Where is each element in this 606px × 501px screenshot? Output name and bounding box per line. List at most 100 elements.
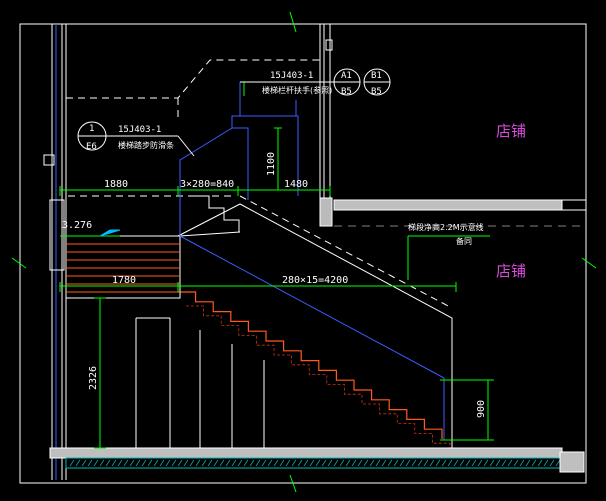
ground-hatch-stroke [129,459,135,467]
dim-900: 900 [476,400,487,418]
dim-1880: 1880 [104,179,128,190]
ground-hatch-stroke [249,459,255,467]
ground-hatch-stroke [531,459,537,467]
ref-callout-left: 1 E6 15J403-1 楼梯踏步防滑条 [77,121,195,157]
ground-hatch-stroke [87,459,93,467]
break-mark-left [11,257,27,269]
ground-hatch-stroke [147,459,153,467]
ground-hatch-stroke [363,459,369,467]
ground-hatch-stroke [165,459,171,467]
ref-left-note: 楼梯踏步防滑条 [118,140,174,150]
clearance-note-1: 梯段净高2.2M示意线 [408,222,484,232]
ground-hatch-stroke [525,459,531,467]
ref-left-1: 1 [89,124,94,134]
dimension-lines [59,81,494,449]
ground-hatch-stroke [507,459,513,467]
dim-1780: 1780 [112,275,136,286]
ground-hatch-stroke [513,459,519,467]
ground-hatch-stroke [123,459,129,467]
ground-hatch-stroke [291,459,297,467]
break-mark-right [581,257,597,269]
ground-hatch-stroke [183,459,189,467]
ground-slab [49,447,585,473]
ground-hatch-stroke [69,459,75,467]
ground-hatch-stroke [231,459,237,467]
floor-slab-upper [333,199,586,211]
ground-hatch-stroke [399,459,405,467]
ground-hatch-stroke [501,459,507,467]
ground-hatch-stroke [543,459,549,467]
ground-hatch-stroke [369,459,375,467]
ground-hatch-stroke [489,459,495,467]
ground-hatch-stroke [99,459,105,467]
ground-hatch-stroke [75,459,81,467]
ground-hatch-stroke [219,459,225,467]
ref-callout-top: A1 B5 B1 B5 15J403-1 楼梯栏杆扶手(参照) [240,68,391,97]
handrail [179,82,445,440]
ground-hatch-stroke [93,459,99,467]
ground-hatch-stroke [225,459,231,467]
ground-hatch-stroke [279,459,285,467]
ground-hatch-stroke [309,459,315,467]
ground-hatch-stroke [327,459,333,467]
ground-hatch-stroke [189,459,195,467]
ground-hatch-stroke [519,459,525,467]
ground-hatch-stroke [381,459,387,467]
ground-hatch-stroke [201,459,207,467]
ground-hatch-stroke [333,459,339,467]
ground-hatch-stroke [393,459,399,467]
dim-1480: 1480 [284,179,308,190]
ground-hatch-stroke [213,459,219,467]
ground-hatch-stroke [477,459,483,467]
ground-hatch-stroke [417,459,423,467]
cad-section-drawing: A1 B5 B1 B5 15J403-1 楼梯栏杆扶手(参照) 1 E6 15J… [0,0,606,501]
ground-hatch-stroke [141,459,147,467]
shop-label-upper: 店铺 [496,122,526,140]
dim-2326: 2326 [88,366,99,390]
elevation-3276: 3.276 [62,220,92,231]
ground-hatch-stroke [285,459,291,467]
ref-top-note: 楼梯栏杆扶手(参照) [262,85,332,95]
ground-hatch-stroke [177,459,183,467]
ground-hatch-stroke [195,459,201,467]
ground-hatch-stroke [261,459,267,467]
ref-top-b5b: B5 [371,87,382,97]
ground-hatch-stroke [471,459,477,467]
ground-hatch-stroke [465,459,471,467]
ground-hatch-stroke [429,459,435,467]
ground-hatch-stroke [117,459,123,467]
ground-hatch-stroke [537,459,543,467]
ref-left-code: 15J403-1 [118,125,161,135]
ground-hatch-stroke [267,459,273,467]
shop-label-lower: 店铺 [496,262,526,280]
stair-section-canvas: A1 B5 B1 B5 15J403-1 楼梯栏杆扶手(参照) 1 E6 15J… [11,11,597,493]
ground-hatch-stroke [495,459,501,467]
ground-hatch-stroke [81,459,87,467]
dim-1100: 1100 [266,152,277,176]
clearance-note-2: 备同 [456,236,472,246]
ground-hatch-stroke [423,459,429,467]
ground-hatch-stroke [255,459,261,467]
ground-hatch-stroke [459,459,465,467]
ground-hatch-stroke [387,459,393,467]
ref-top-b1: B1 [371,71,382,81]
ground-hatch-stroke [357,459,363,467]
ground-hatch-stroke [153,459,159,467]
ground-hatch-stroke [297,459,303,467]
break-mark-top [289,11,297,33]
dim-3x280: 3×280=840 [180,179,234,190]
ground-hatch-stroke [159,459,165,467]
ground-hatch-stroke [237,459,243,467]
ground-hatch-stroke [351,459,357,467]
under-stair-walls [135,317,265,452]
ground-hatch-stroke [171,459,177,467]
ground-hatch-stroke [405,459,411,467]
ground-hatch-stroke [375,459,381,467]
stair-flight [177,195,453,453]
left-wall [43,24,67,480]
ground-hatch-stroke [207,459,213,467]
ground-hatch-stroke [321,459,327,467]
ref-top-a1: A1 [341,71,352,81]
dim-280x15: 280×15=4200 [282,275,348,286]
ref-top-code: 15J403-1 [270,71,313,81]
